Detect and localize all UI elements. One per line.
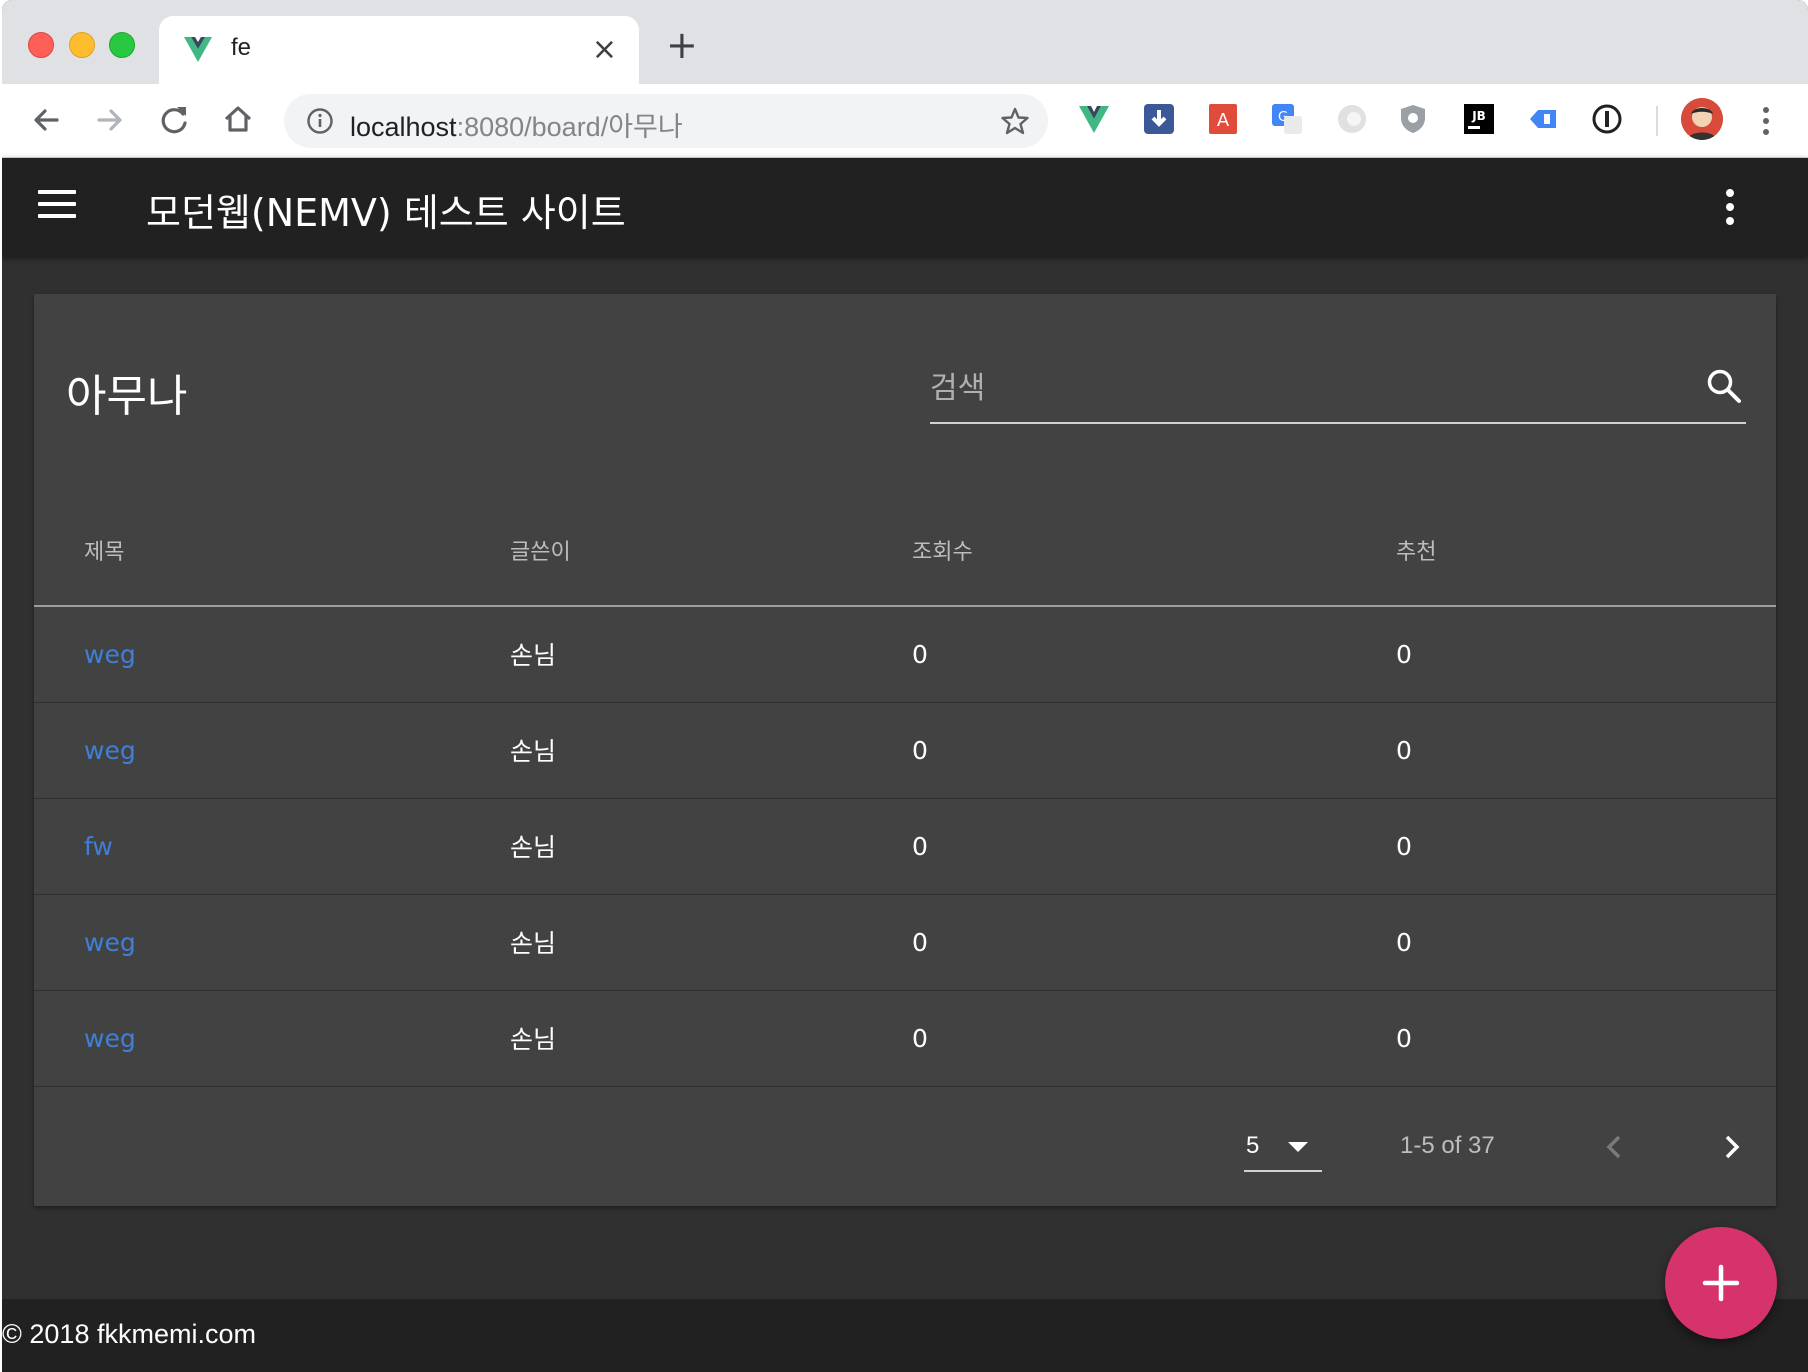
extension-circle-icon[interactable] (1335, 102, 1369, 136)
table-header-row: 제목 글쓴이 조회수 추천 (34, 494, 1776, 607)
post-author: 손님 (460, 798, 862, 895)
back-arrow-icon[interactable] (26, 100, 66, 140)
close-tab-icon[interactable]: × (592, 32, 617, 67)
chevron-left-icon[interactable] (1600, 1130, 1630, 1164)
post-likes: 0 (1346, 990, 1776, 1087)
browser-tab[interactable]: fe × (159, 16, 639, 84)
plus-icon (1702, 1264, 1740, 1302)
hamburger-menu-icon[interactable] (38, 190, 76, 224)
url-path: :8080/board/아무나 (456, 112, 683, 142)
board-table: 제목 글쓴이 조회수 추천 weg 손님 0 0 weg 손님 0 0 fw 손… (34, 494, 1776, 1087)
acrobat-icon[interactable]: A (1206, 102, 1240, 136)
board-title: 아무나 (66, 371, 188, 422)
tag-icon[interactable] (1526, 102, 1560, 136)
google-translate-icon[interactable]: G (1270, 102, 1304, 136)
svg-text:A: A (1217, 110, 1230, 131)
maximize-window-button[interactable] (109, 32, 135, 58)
tab-strip: fe × + (2, 0, 1808, 84)
url-host: localhost (350, 112, 457, 142)
post-title-link[interactable]: weg (34, 990, 460, 1087)
post-author: 손님 (460, 894, 862, 991)
toolbar-separator (1656, 106, 1658, 136)
post-views: 0 (862, 702, 1346, 799)
post-views: 0 (862, 990, 1346, 1087)
table-row[interactable]: weg 손님 0 0 (34, 606, 1776, 703)
post-likes: 0 (1346, 894, 1776, 991)
board-card: 아무나 제목 글쓴이 조회수 추천 weg 손님 0 (34, 294, 1776, 1206)
post-title-link[interactable]: weg (34, 606, 460, 703)
post-likes: 0 (1346, 798, 1776, 895)
post-author: 손님 (460, 606, 862, 703)
post-likes: 0 (1346, 606, 1776, 703)
shield-icon[interactable] (1396, 102, 1430, 136)
home-icon[interactable] (218, 100, 258, 140)
browser-toolbar: localhost:8080/board/아무나 A G JB (2, 84, 1808, 158)
dropdown-caret-icon (1288, 1142, 1308, 1152)
post-title-link[interactable]: weg (34, 894, 460, 991)
close-window-button[interactable] (28, 32, 54, 58)
post-author: 손님 (460, 990, 862, 1087)
minimize-window-button[interactable] (69, 32, 95, 58)
download-icon[interactable] (1142, 102, 1176, 136)
table-pagination: 5 1-5 of 37 (34, 1090, 1776, 1206)
rows-per-page-value: 5 (1246, 1132, 1260, 1159)
table-row[interactable]: weg 손님 0 0 (34, 990, 1776, 1087)
search-field (930, 360, 1746, 424)
address-bar[interactable]: localhost:8080/board/아무나 (284, 94, 1048, 148)
new-tab-button[interactable]: + (666, 26, 698, 64)
more-vert-icon[interactable] (1720, 186, 1740, 228)
post-author: 손님 (460, 702, 862, 799)
vue-devtools-icon[interactable] (1077, 102, 1111, 136)
reload-icon[interactable] (154, 100, 194, 140)
user-avatar-icon (1681, 98, 1723, 140)
table-row[interactable]: fw 손님 0 0 (34, 798, 1776, 895)
column-header-author[interactable]: 글쓴이 (460, 494, 862, 607)
post-views: 0 (862, 798, 1346, 895)
page-footer: © 2018 fkkmemi.com (2, 1299, 1808, 1372)
app-bar: 모던웹(NEMV) 테스트 사이트 (2, 158, 1808, 256)
page-info: 1-5 of 37 (1400, 1132, 1495, 1159)
column-header-views[interactable]: 조회수 (862, 494, 1346, 607)
svg-text:JB: JB (1471, 109, 1486, 123)
post-title-link[interactable]: fw (34, 798, 460, 895)
forward-arrow-icon[interactable] (90, 100, 130, 140)
app-title: 모던웹(NEMV) 테스트 사이트 (146, 191, 626, 235)
post-title-link[interactable]: weg (34, 702, 460, 799)
profile-avatar[interactable] (1681, 98, 1723, 140)
search-icon[interactable] (1704, 366, 1744, 406)
post-likes: 0 (1346, 702, 1776, 799)
info-icon[interactable] (306, 107, 334, 135)
password-manager-icon[interactable] (1590, 102, 1624, 136)
post-views: 0 (862, 606, 1346, 703)
table-row[interactable]: weg 손님 0 0 (34, 894, 1776, 991)
browser-menu-icon[interactable] (1754, 104, 1778, 138)
add-post-button[interactable] (1665, 1227, 1777, 1339)
vue-logo-icon (184, 37, 212, 62)
chevron-right-icon[interactable] (1716, 1130, 1746, 1164)
search-input[interactable] (930, 360, 1690, 416)
column-header-likes[interactable]: 추천 (1346, 494, 1776, 607)
url-text: localhost:8080/board/아무나 (350, 105, 683, 144)
tab-title: fe (231, 34, 252, 61)
star-icon[interactable] (1000, 106, 1030, 136)
browser-window: fe × + localhost:8080/board/아무나 A G JB 모… (2, 0, 1808, 1372)
copyright-text: © 2018 fkkmemi.com (2, 1319, 256, 1349)
table-row[interactable]: weg 손님 0 0 (34, 702, 1776, 799)
column-header-title[interactable]: 제목 (34, 494, 460, 607)
jetbrains-icon[interactable]: JB (1462, 102, 1496, 136)
rows-per-page-select[interactable]: 5 (1244, 1120, 1322, 1172)
post-views: 0 (862, 894, 1346, 991)
